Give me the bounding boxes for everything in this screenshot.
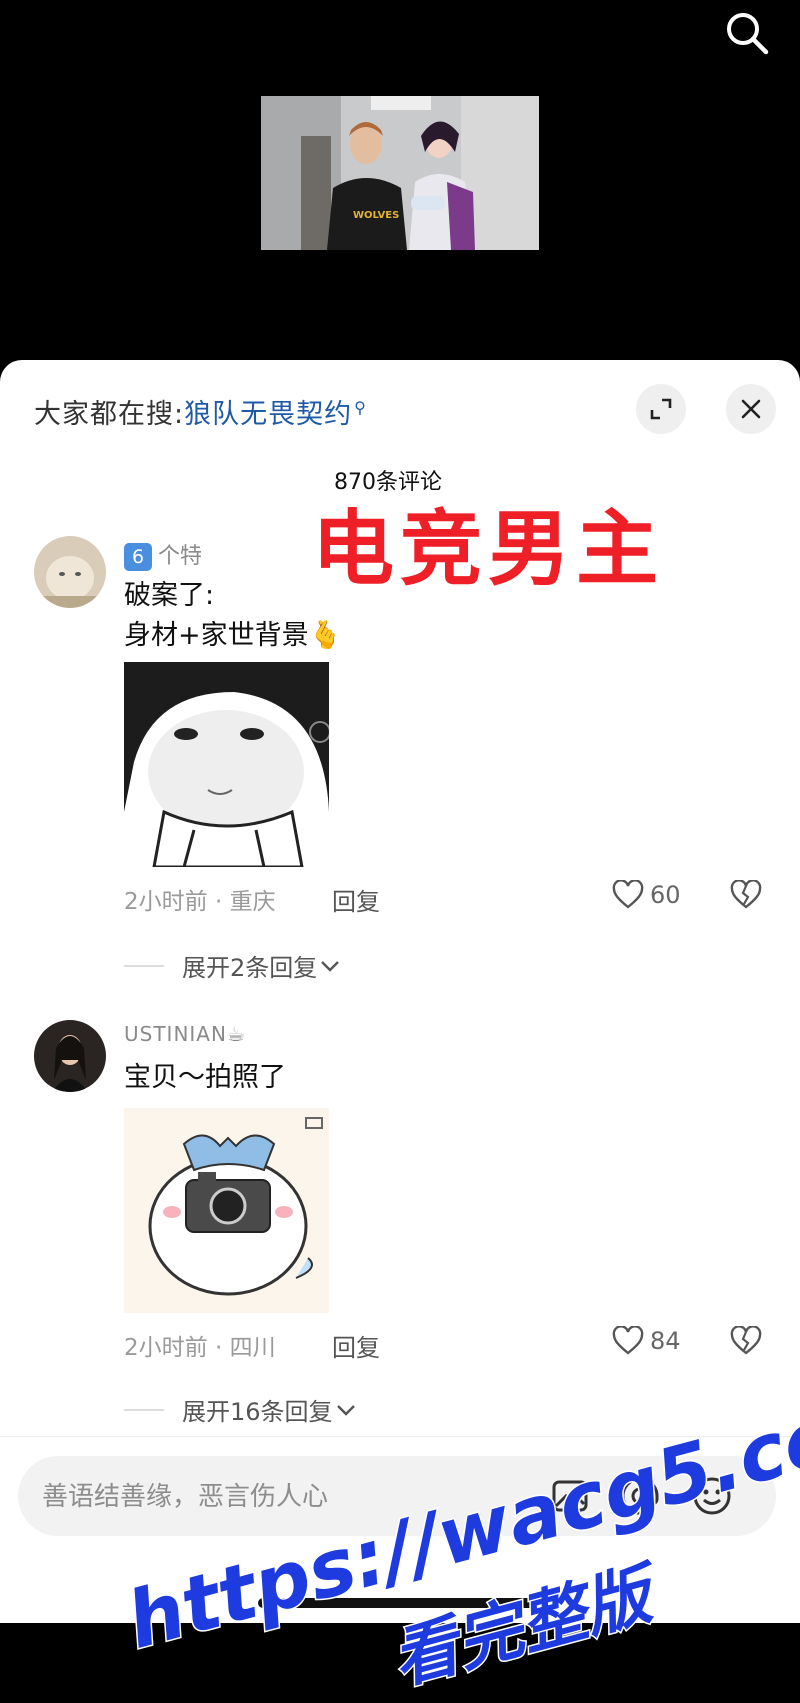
- trending-prefix: 大家都在搜:: [34, 399, 185, 430]
- expand-replies-label: 展开2条回复: [182, 954, 318, 982]
- like-count: 84: [650, 1327, 681, 1355]
- heart-icon: [612, 1326, 644, 1355]
- video-photo: WOLVES: [261, 96, 539, 250]
- chevron-down-icon: [336, 1404, 355, 1416]
- expand-line: [124, 964, 164, 967]
- close-icon: [741, 399, 761, 419]
- trending-search[interactable]: 大家都在搜:狼队无畏契约 ⚲: [34, 392, 367, 431]
- jersey-text: WOLVES: [353, 210, 399, 221]
- expand-icon: [650, 398, 672, 420]
- expand-replies-button[interactable]: 展开2条回复: [124, 948, 341, 983]
- avatar[interactable]: [34, 536, 106, 608]
- reply-button[interactable]: 回复: [332, 1328, 380, 1363]
- comment-sticker-image[interactable]: [124, 662, 329, 867]
- username-text: 个特: [158, 544, 203, 569]
- broken-heart-icon: [730, 879, 762, 909]
- chevron-down-icon: [321, 960, 340, 972]
- overlay-caption: 电竞男主: [312, 502, 665, 597]
- comment-text-line: 破案了:: [124, 580, 215, 611]
- video-thumbnail[interactable]: WOLVES: [261, 96, 539, 250]
- close-button[interactable]: [726, 384, 776, 434]
- like-button[interactable]: 60: [612, 880, 681, 910]
- avatar[interactable]: [34, 1020, 106, 1092]
- video-area[interactable]: WOLVES: [0, 0, 800, 360]
- expand-replies-button[interactable]: 展开16条回复: [124, 1392, 357, 1427]
- comment-meta: 2小时前 · 四川: [124, 1335, 276, 1361]
- reply-button[interactable]: 回复: [332, 882, 380, 917]
- comment-sticker-image[interactable]: [124, 1108, 329, 1313]
- broken-heart-icon: [730, 1325, 762, 1355]
- dislike-button[interactable]: [730, 879, 762, 914]
- search-small-icon: ⚲: [354, 398, 367, 417]
- like-button[interactable]: 84: [612, 1326, 681, 1356]
- comment-username[interactable]: 6 个特: [124, 538, 202, 571]
- search-icon[interactable]: [724, 10, 770, 56]
- comment-input-placeholder[interactable]: 善语结善缘，恶言伤人心: [42, 1476, 328, 1513]
- expand-replies-label: 展开16条回复: [182, 1398, 333, 1426]
- dislike-button[interactable]: [730, 1325, 762, 1360]
- comment-text-line: 身材+家世背景🫰: [124, 620, 343, 651]
- heart-icon: [612, 880, 644, 909]
- like-count: 60: [650, 881, 681, 909]
- fan-level-badge: 6: [124, 543, 152, 571]
- comment-text-line: 宝贝～拍照了: [124, 1062, 286, 1093]
- comment-username[interactable]: USTINIAN☕: [124, 1022, 246, 1046]
- comment-meta: 2小时前 · 重庆: [124, 889, 276, 915]
- expand-line: [124, 1408, 164, 1411]
- trending-keyword[interactable]: 狼队无畏契约: [184, 399, 352, 430]
- expand-button[interactable]: [636, 384, 686, 434]
